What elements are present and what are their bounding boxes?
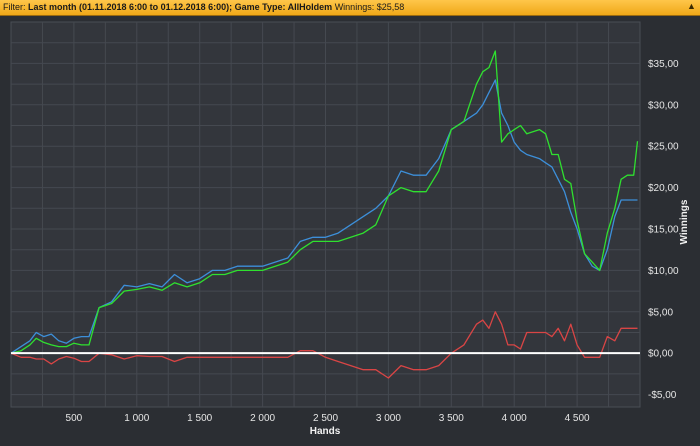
y-tick-label: $15,00 xyxy=(648,224,679,235)
x-tick-label: 3 000 xyxy=(376,413,401,424)
y-tick-label: -$5,00 xyxy=(648,390,677,401)
grid xyxy=(11,22,640,407)
filter-label: Filter: xyxy=(3,2,26,12)
filter-period: Last month (01.11.2018 6:00 to 01.12.201… xyxy=(28,2,233,12)
x-axis-title: Hands xyxy=(310,426,341,437)
y-tick-label: $10,00 xyxy=(648,266,679,277)
filter-winnings: Winnings: $25,58 xyxy=(334,2,405,12)
filter-text: Filter: Last month (01.11.2018 6:00 to 0… xyxy=(3,0,404,15)
y-tick-label: $25,00 xyxy=(648,142,679,153)
y-tick-label: $20,00 xyxy=(648,183,679,194)
x-tick-label: 4 500 xyxy=(565,413,590,424)
y-axis-title: Winnings xyxy=(679,199,690,244)
winnings-chart: 500 1 000 1 500 2 000 2 500 3 000 3 500 4 000 4 … xyxy=(10,21,690,437)
chevron-up-icon[interactable]: ▲ xyxy=(686,1,697,12)
x-tick-label: 2 500 xyxy=(313,413,338,424)
x-tick-label: 1 000 xyxy=(124,413,149,424)
x-axis: 500 1 000 1 500 2 000 2 500 3 000 3 500 4 000 4 … xyxy=(66,413,590,424)
x-tick-label: 500 xyxy=(66,413,83,424)
y-tick-label: $30,00 xyxy=(648,100,679,111)
x-tick-label: 1 500 xyxy=(187,413,212,424)
filter-game-type: Game Type: AllHoldem xyxy=(234,2,333,12)
y-tick-label: $35,00 xyxy=(648,59,679,70)
y-axis: -$5,00 $0,00 $5,00 $10,00 $15,00 $20,00 $25,00… xyxy=(648,59,679,401)
x-tick-label: 2 000 xyxy=(250,413,275,424)
filter-bar: Filter: Last month (01.11.2018 6:00 to 0… xyxy=(0,0,700,16)
x-tick-label: 4 000 xyxy=(502,413,527,424)
y-tick-label: $5,00 xyxy=(648,307,673,318)
y-tick-label: $0,00 xyxy=(648,349,673,360)
x-tick-label: 3 500 xyxy=(439,413,464,424)
